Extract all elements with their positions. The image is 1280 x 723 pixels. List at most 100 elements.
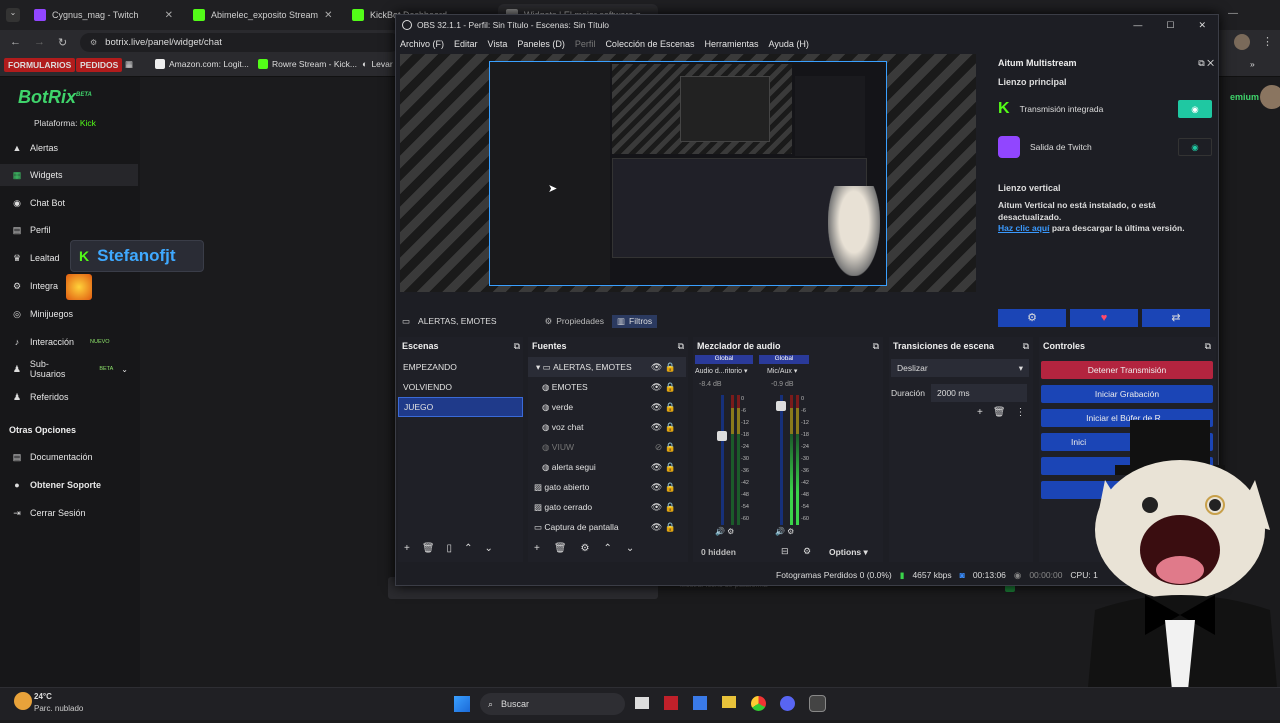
reload-icon[interactable]: ↻ bbox=[58, 36, 67, 49]
source-item[interactable]: ◍ alerta segui 👁 🔒 bbox=[528, 457, 686, 477]
gear-icon[interactable]: ⚙ bbox=[998, 309, 1066, 327]
source-item[interactable]: ▨ gato abierto 👁 🔒 bbox=[528, 477, 686, 497]
add-icon[interactable]: + bbox=[404, 543, 410, 554]
eye-icon[interactable]: 👁 🔒 bbox=[651, 482, 676, 493]
menu-herramientas[interactable]: Herramientas bbox=[705, 39, 759, 49]
eye-icon[interactable]: 👁 🔒 bbox=[651, 422, 676, 433]
speaker-icon[interactable]: 🔊 ⚙ bbox=[715, 527, 734, 536]
minimize-icon[interactable]: — bbox=[1133, 20, 1142, 31]
program-preview[interactable]: ➤ bbox=[489, 61, 887, 286]
add-icon[interactable]: + bbox=[977, 407, 983, 418]
broadcast-toggle-icon[interactable]: ◉ bbox=[1178, 138, 1212, 156]
sidebar-item-subusuarios[interactable]: ♟ Sub-Usuarios BETA ⌄ bbox=[0, 358, 138, 380]
more-bookmarks-icon[interactable]: » bbox=[1250, 59, 1255, 69]
sidebar-item-chatbot[interactable]: ◉ Chat Bot bbox=[0, 192, 138, 214]
volume-fader-handle[interactable] bbox=[717, 431, 727, 441]
bookmark-amazon[interactable]: Amazon.com: Logit... bbox=[155, 59, 249, 69]
duration-input[interactable]: 2000 ms bbox=[931, 384, 1027, 402]
gear-icon[interactable]: ⚙ bbox=[803, 546, 811, 557]
weather-icon[interactable] bbox=[14, 692, 32, 710]
scene-item[interactable]: VOLVIENDO bbox=[398, 377, 523, 397]
speaker-icon[interactable]: 🔊 ⚙ bbox=[775, 527, 794, 536]
close-icon[interactable]: ✕ bbox=[324, 10, 332, 21]
link-icon[interactable]: ⇄ bbox=[1142, 309, 1210, 327]
stop-stream-button[interactable]: Detener Transmisión bbox=[1041, 361, 1213, 379]
eye-icon[interactable]: 👁 🔒 bbox=[651, 382, 676, 393]
down-icon[interactable]: ⌄ bbox=[484, 543, 492, 554]
broadcast-toggle-icon[interactable]: ◉ bbox=[1178, 100, 1212, 118]
store-icon[interactable] bbox=[693, 696, 707, 710]
source-item[interactable]: ▭ Captura de pantalla 👁 🔒 bbox=[528, 517, 686, 537]
trash-icon[interactable]: 🗑 bbox=[554, 543, 567, 554]
sidebar-item-referidos[interactable]: ♟ Referidos bbox=[0, 386, 138, 408]
filters-button[interactable]: ▥ Filtros bbox=[611, 314, 658, 328]
channel-name[interactable]: Mic/Aux ▾ bbox=[767, 367, 797, 375]
sidebar-item-perfil[interactable]: ▤ Perfil bbox=[0, 219, 138, 241]
options-button[interactable]: Options ▾ bbox=[829, 547, 868, 558]
properties-button[interactable]: ⚙ Propiedades bbox=[545, 316, 604, 327]
menu-paneles[interactable]: Paneles (D) bbox=[517, 39, 565, 49]
folder-icon[interactable] bbox=[722, 696, 736, 708]
start-recording-button[interactable]: Iniciar Grabación bbox=[1041, 385, 1213, 403]
menu-vista[interactable]: Vista bbox=[488, 39, 508, 49]
source-item[interactable]: ▨ gato cerrado 👁 🔒 bbox=[528, 497, 686, 517]
layout-icon[interactable]: ⊟ bbox=[781, 546, 789, 557]
trash-icon[interactable]: 🗑 bbox=[422, 543, 435, 554]
bookmark-rowre[interactable]: Rowre Stream - Kick... bbox=[258, 59, 357, 69]
menu-coleccion[interactable]: Colección de Escenas bbox=[605, 39, 694, 49]
source-group[interactable]: ▾ ▭ ALERTAS, EMOTES 👁 🔒 bbox=[528, 357, 686, 377]
forward-icon[interactable]: → bbox=[34, 36, 45, 48]
up-icon[interactable]: ⌃ bbox=[604, 543, 612, 554]
bookmark-levar[interactable]: ◐ Levar bbox=[362, 59, 393, 69]
eye-icon[interactable]: 👁 🔒 bbox=[651, 402, 676, 413]
apps-icon[interactable]: ▦ bbox=[125, 59, 133, 70]
sidebar-item-soporte[interactable]: ● Obtener Soporte bbox=[0, 474, 138, 496]
chrome-icon[interactable] bbox=[751, 696, 766, 711]
sidebar-item-interaccion[interactable]: ♪ Interacción NUEVO bbox=[0, 331, 138, 353]
source-item[interactable]: ◍ verde 👁 🔒 bbox=[528, 397, 686, 417]
tab-abimelec[interactable]: Abimelec_exposito Stream ✕ bbox=[185, 4, 340, 26]
minimize-icon[interactable]: — bbox=[1228, 8, 1238, 19]
menu-icon[interactable]: ⋮ bbox=[1262, 35, 1273, 48]
gear-icon[interactable]: ⚙ bbox=[581, 543, 590, 554]
volume-fader-handle[interactable] bbox=[776, 401, 786, 411]
more-icon[interactable]: ⋮ bbox=[1016, 407, 1026, 418]
up-icon[interactable]: ⌃ bbox=[464, 543, 472, 554]
dock-icon[interactable]: ⧉ bbox=[514, 341, 520, 352]
eye-icon[interactable]: 👁 🔒 bbox=[651, 362, 676, 373]
profile-avatar[interactable] bbox=[1234, 34, 1250, 50]
eye-off-icon[interactable]: ⊘ 🔒 bbox=[655, 442, 676, 453]
tab-search-icon[interactable]: ⌄ bbox=[6, 8, 20, 22]
windows-start-icon[interactable] bbox=[454, 696, 470, 712]
transition-select[interactable]: Deslizar ▾ bbox=[891, 359, 1029, 377]
source-item-hidden[interactable]: ◍ VIUW ⊘ 🔒 bbox=[528, 437, 686, 457]
botrix-logo[interactable]: BotRixBETA bbox=[18, 87, 92, 108]
source-item[interactable]: ◍ EMOTES 👁 🔒 bbox=[528, 377, 686, 397]
sidebar-item-cerrar[interactable]: ⇥ Cerrar Sesión bbox=[0, 502, 138, 524]
volume-fader-track[interactable] bbox=[721, 395, 724, 525]
back-icon[interactable]: ← bbox=[10, 36, 21, 48]
dock-icon[interactable]: ⧉ bbox=[1205, 341, 1211, 352]
dock-icon[interactable]: ⧉ bbox=[1023, 341, 1029, 352]
dock-icon[interactable]: ⧉ bbox=[678, 341, 684, 352]
filter-icon[interactable]: ▯ bbox=[447, 543, 453, 554]
tab-twitch[interactable]: Cygnus_mag - Twitch ✕ bbox=[26, 4, 181, 26]
down-icon[interactable]: ⌄ bbox=[626, 543, 634, 554]
user-avatar[interactable] bbox=[1260, 85, 1280, 109]
channel-name[interactable]: Audio d...ritorio ▾ bbox=[695, 367, 748, 375]
scene-item[interactable]: EMPEZANDO bbox=[398, 357, 523, 377]
menu-perfil[interactable]: Perfil bbox=[575, 39, 596, 49]
app-icon[interactable] bbox=[664, 696, 678, 710]
taskbar-search[interactable]: ⌕ Buscar bbox=[480, 693, 625, 715]
source-item[interactable]: ◍ voz chat 👁 🔒 bbox=[528, 417, 686, 437]
add-icon[interactable]: + bbox=[534, 543, 540, 554]
eye-icon[interactable]: 👁 🔒 bbox=[651, 462, 676, 473]
dock-icon[interactable]: ⧉ bbox=[873, 341, 879, 352]
sidebar-item-documentacion[interactable]: ▤ Documentación bbox=[0, 446, 138, 468]
close-icon[interactable]: ✕ bbox=[1198, 20, 1206, 31]
download-link[interactable]: Haz clic aquí bbox=[998, 223, 1050, 233]
menu-archivo[interactable]: Archivo (F) bbox=[400, 39, 444, 49]
heart-icon[interactable]: ♥ bbox=[1070, 309, 1138, 327]
eye-icon[interactable]: 👁 🔒 bbox=[651, 502, 676, 513]
trash-icon[interactable]: 🗑 bbox=[993, 407, 1006, 418]
